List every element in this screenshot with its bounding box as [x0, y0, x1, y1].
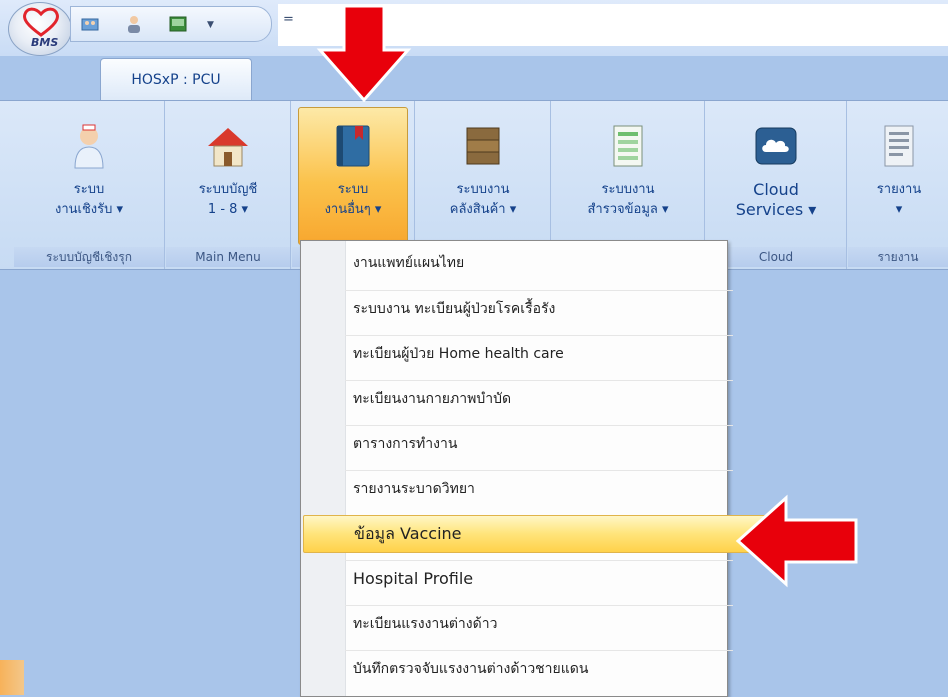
menu-item-hospital-profile[interactable]: Hospital Profile	[345, 560, 733, 597]
menu-item-thai-traditional-medicine[interactable]: งานแพทย์แผนไทย	[345, 245, 733, 281]
boxes-icon	[466, 127, 500, 165]
customize-qat-icon[interactable]: =	[283, 12, 294, 27]
application-orb-button[interactable]: BMS	[8, 2, 72, 56]
image-icon[interactable]	[169, 15, 187, 33]
menu-item-home-health-care[interactable]: ทะเบียนผู้ป่วย Home health care	[345, 335, 733, 372]
menu-item-chronic-disease-registry[interactable]: ระบบงาน ทะเบียนผู้ป่วยโรคเรื้อรัง	[345, 290, 733, 327]
quick-access-toolbar: ▼	[70, 6, 272, 42]
reactive-system-button[interactable]: ระบบ งานเชิงรับ ▾	[18, 107, 160, 245]
other-systems-button[interactable]: ระบบ งานอื่นๆ ▾	[298, 107, 408, 245]
users-icon[interactable]	[81, 15, 99, 33]
group-label: Main Menu	[166, 247, 290, 267]
ribbon-group-report: รายงาน ▾ รายงาน	[848, 101, 948, 269]
accounting-1-8-button[interactable]: ระบบบัญชี 1 - 8 ▾	[170, 107, 286, 245]
nurse-icon	[74, 124, 104, 169]
report-icon	[884, 125, 914, 167]
ribbon-group-main-menu: ระบบบัญชี 1 - 8 ▾ Main Menu	[166, 101, 291, 269]
cloud-services-button[interactable]: Cloud Services ▾	[710, 107, 842, 245]
orb-label: BMS	[31, 36, 59, 49]
menu-item-foreign-worker-registry[interactable]: ทะเบียนแรงงานต่างด้าว	[345, 605, 733, 642]
menu-item-physical-therapy-registry[interactable]: ทะเบียนงานกายภาพบำบัด	[345, 380, 733, 417]
cloud-icon	[755, 127, 797, 165]
menu-item-epidemiology-report[interactable]: รายงานระบาดวิทยา	[345, 470, 733, 507]
ribbon-group-proactive: ระบบ งานเชิงรับ ▾ ระบบบัญชีเชิงรุก	[14, 101, 165, 269]
user-icon[interactable]	[125, 15, 143, 33]
menu-item-work-schedule[interactable]: ตารางการทำงาน	[345, 425, 733, 462]
red-arrow-down-icon	[316, 4, 412, 103]
other-systems-dropdown-menu: งานแพทย์แผนไทย ระบบงาน ทะเบียนผู้ป่วยโรค…	[300, 240, 767, 697]
menu-item-border-foreign-worker-record[interactable]: บันทึกตรวจจับแรงงานต่างด้าวชายแดน	[345, 650, 733, 687]
red-arrow-left-icon	[735, 494, 858, 588]
survey-system-button[interactable]: ระบบงาน สำรวจข้อมูล ▾	[556, 107, 700, 245]
group-label: รายงาน	[848, 247, 948, 267]
qat-dropdown-icon[interactable]: ▼	[207, 20, 214, 30]
report-button[interactable]: รายงาน ▾	[852, 107, 946, 245]
inventory-system-button[interactable]: ระบบงาน คลังสินค้า ▾	[420, 107, 546, 245]
heart-logo-icon	[23, 7, 59, 37]
house-icon	[208, 128, 248, 167]
menu-icon-gutter	[301, 241, 346, 696]
background-corner	[0, 660, 24, 695]
group-label: ระบบบัญชีเชิงรุก	[14, 247, 164, 267]
spreadsheet-icon	[613, 125, 643, 167]
menu-item-vaccine-data[interactable]: ข้อมูล Vaccine	[303, 515, 767, 553]
tab-hosxp-pcu[interactable]: HOSxP : PCU	[100, 58, 252, 101]
book-icon	[336, 125, 370, 167]
